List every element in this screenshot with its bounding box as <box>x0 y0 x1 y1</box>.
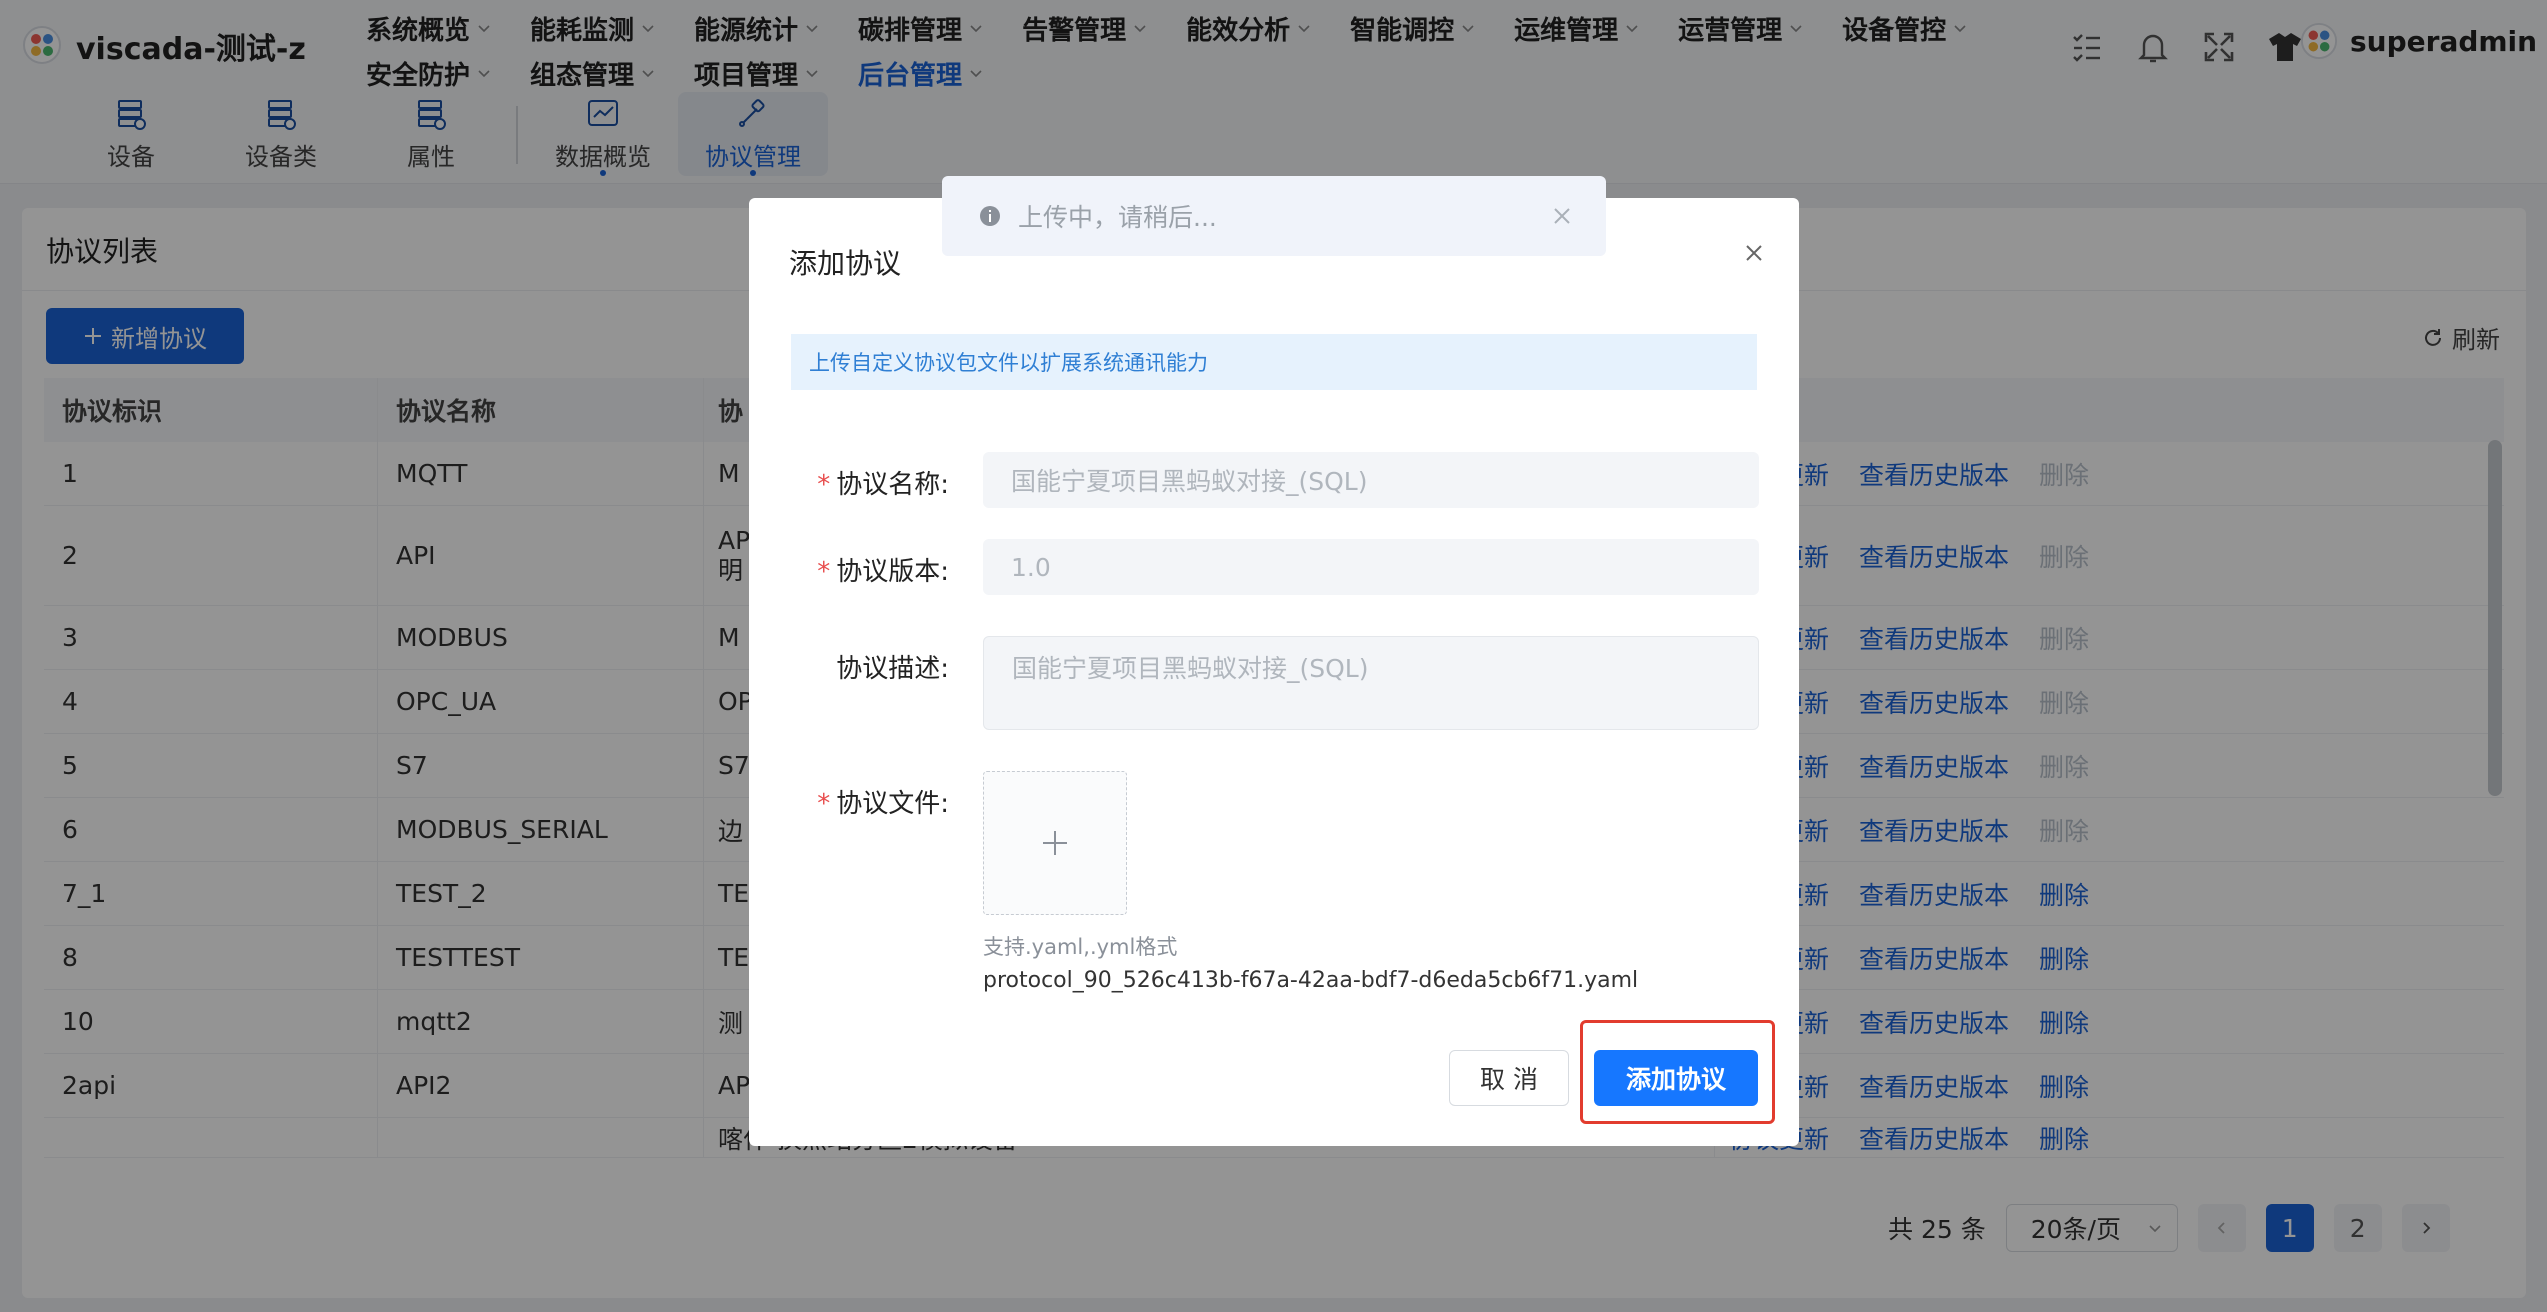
protocol-name-input[interactable]: 国能宁夏项目黑蚂蚁对接_(SQL) <box>983 452 1759 508</box>
file-format-hint: 支持.yaml,.yml格式 <box>983 935 1178 959</box>
toast-message: 上传中，请稍后... <box>1018 203 1217 232</box>
file-upload-box[interactable] <box>983 771 1127 915</box>
required-mark: * <box>817 557 831 587</box>
uploaded-file-name: protocol_90_526c413b-f67a-42aa-bdf7-d6ed… <box>983 968 1639 993</box>
required-mark: * <box>817 789 831 819</box>
add-protocol-dialog: 添加协议 上传自定义协议包文件以扩展系统通讯能力 * 协议名称: 国能宁夏项目黑蚂… <box>749 198 1799 1146</box>
dialog-title: 添加协议 <box>789 247 902 280</box>
protocol-desc-textarea[interactable]: 国能宁夏项目黑蚂蚁对接_(SQL) <box>983 636 1759 730</box>
info-alert: 上传自定义协议包文件以扩展系统通讯能力 <box>791 334 1757 390</box>
info-icon <box>980 206 1000 226</box>
desc-label: 协议描述: <box>836 654 949 684</box>
highlight-box <box>1580 1020 1775 1124</box>
required-mark: * <box>817 470 831 500</box>
upload-toast: 上传中，请稍后... <box>942 176 1606 256</box>
version-label: * 协议版本: <box>749 551 949 588</box>
close-icon[interactable] <box>1739 238 1769 268</box>
name-label: * 协议名称: <box>749 464 949 501</box>
file-label-text: 协议文件: <box>836 789 949 819</box>
file-label: * 协议文件: <box>749 783 949 820</box>
name-label-text: 协议名称: <box>836 470 949 500</box>
plus-icon <box>1043 831 1067 855</box>
close-icon[interactable] <box>1550 204 1574 228</box>
version-label-text: 协议版本: <box>836 557 949 587</box>
protocol-version-input[interactable]: 1.0 <box>983 539 1759 595</box>
cancel-button[interactable]: 取 消 <box>1449 1050 1569 1106</box>
